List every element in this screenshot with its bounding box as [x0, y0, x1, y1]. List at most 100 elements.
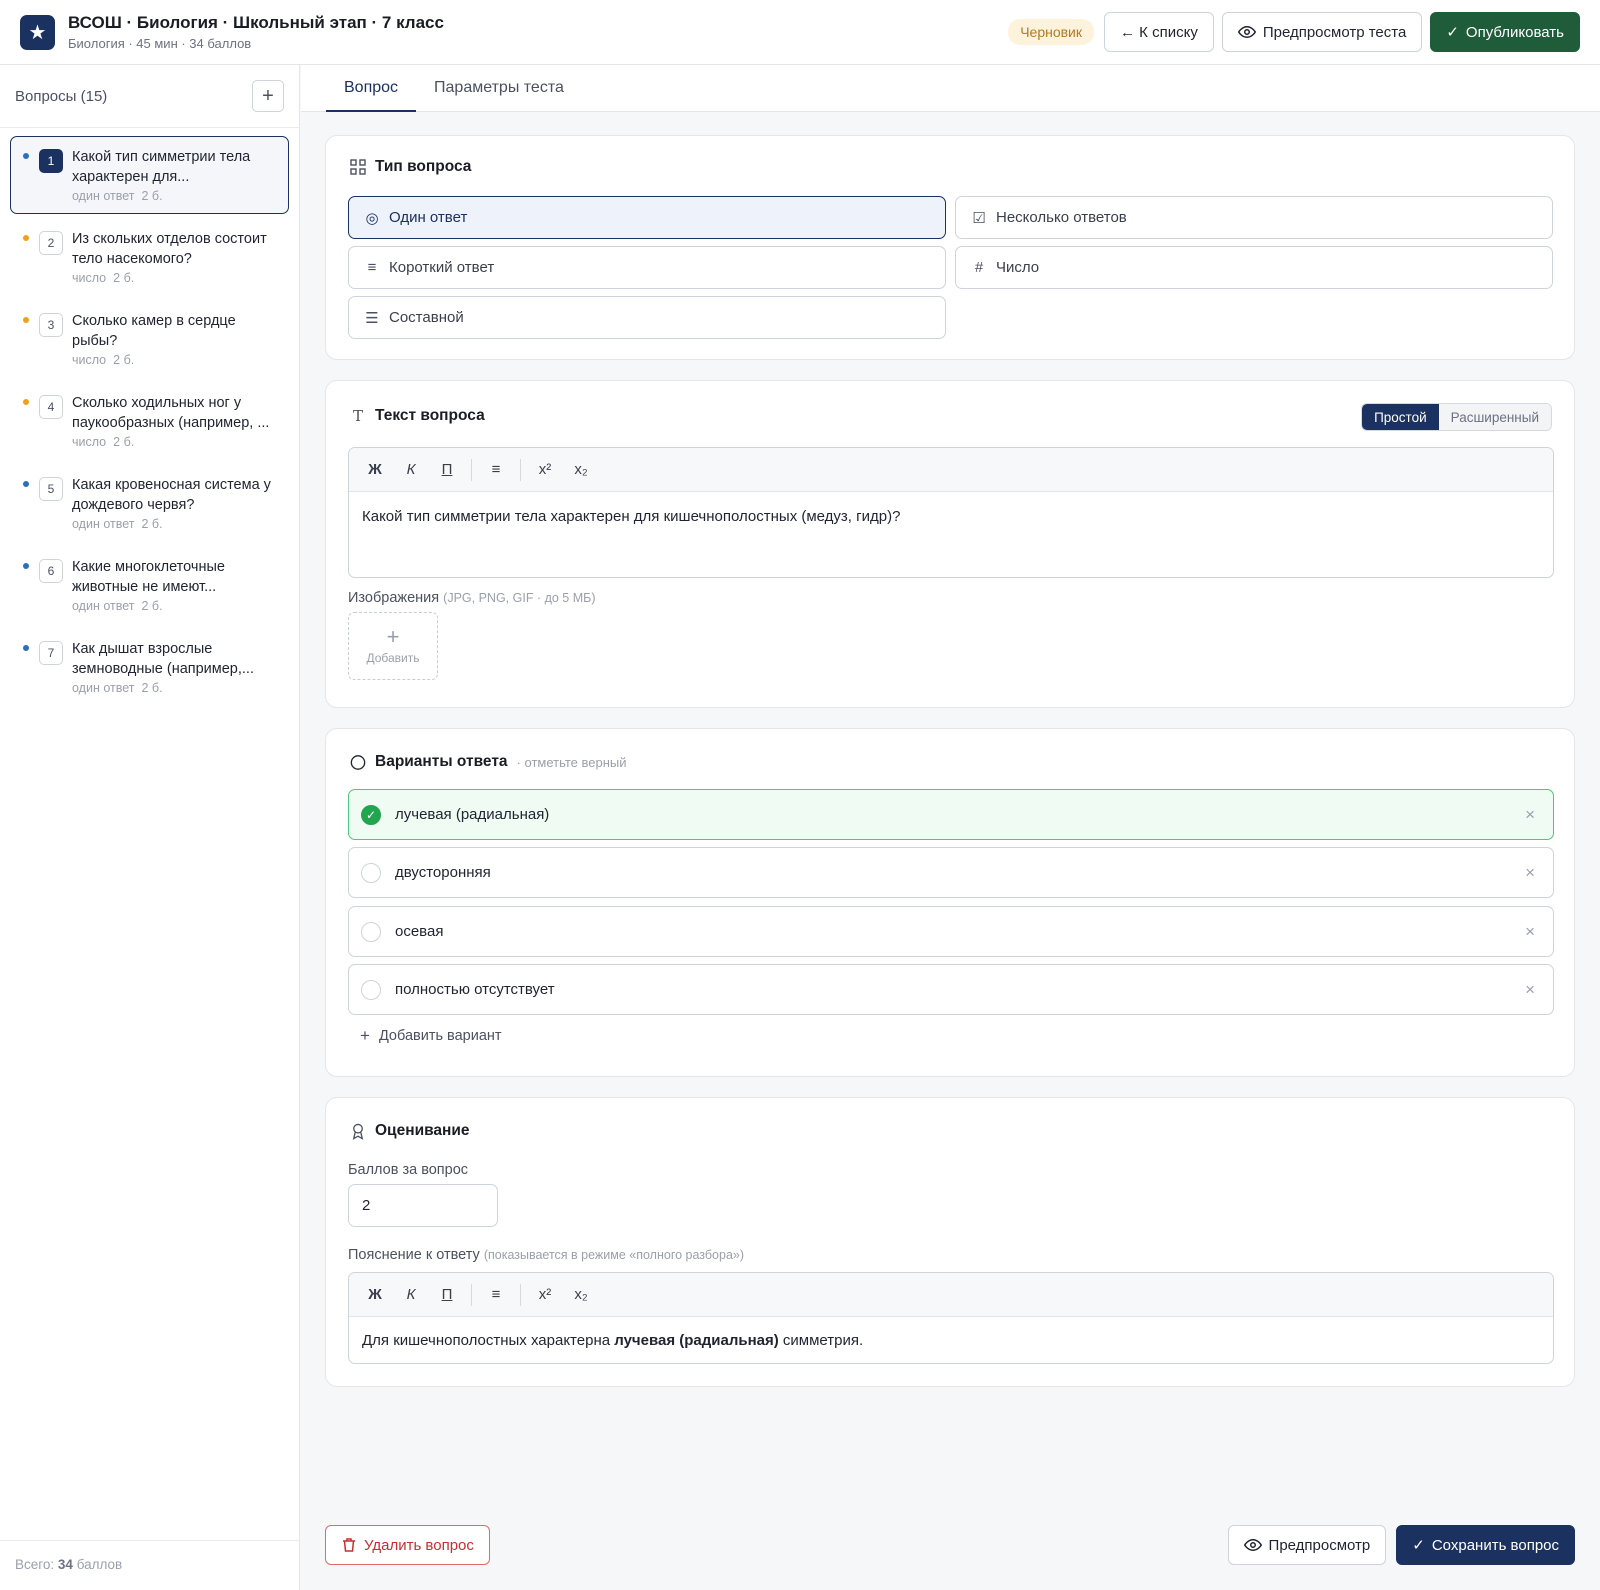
- question-preview-text: Какой тип симметрии тела характерен для.…: [72, 149, 251, 185]
- explanation-editor: Ж К П ≡ x² x₂ Для кишечнополостных харак…: [348, 1272, 1554, 1364]
- type-option-multiple[interactable]: ☑ Несколько ответов: [955, 196, 1553, 239]
- explanation-content[interactable]: Для кишечнополостных характерна лучевая …: [349, 1317, 1553, 1363]
- plus-icon: +: [386, 624, 400, 649]
- underline-button[interactable]: П: [429, 1280, 465, 1310]
- question-number: 5: [39, 477, 63, 501]
- answers-card: Варианты ответа · отметьте верный ✓ лучев…: [325, 728, 1575, 1077]
- delete-label: Удалить вопрос: [364, 1536, 474, 1554]
- question-meta: один ответ 2 б.: [72, 517, 278, 531]
- formatting-toolbar: Ж К П ≡ x² x₂: [349, 448, 1553, 492]
- question-list-item[interactable]: 3 Сколько камер в сердце рыбы? число 2 б.: [10, 300, 289, 378]
- award-icon: [350, 1123, 366, 1140]
- status-dot: [23, 399, 29, 405]
- question-points: 2 б.: [141, 189, 163, 203]
- mode-simple-button[interactable]: Простой: [1362, 404, 1439, 430]
- question-number: 2: [39, 231, 63, 255]
- answer-text[interactable]: полностью отсутствует: [395, 981, 555, 998]
- question-text-editor: Ж К П ≡ x² x₂ Какой тип симметрии тела х…: [348, 447, 1554, 578]
- question-type: один ответ: [72, 189, 135, 203]
- mode-extended-button[interactable]: Расширенный: [1438, 404, 1551, 430]
- subscript-button[interactable]: x₂: [563, 455, 599, 485]
- remove-option-icon[interactable]: ×: [1525, 863, 1535, 883]
- question-points: 2 б.: [141, 517, 163, 531]
- grading-card: Оценивание Баллов за вопрос 2 Пояснение …: [325, 1097, 1575, 1387]
- answer-option[interactable]: двусторонняя ×: [348, 847, 1554, 898]
- grading-title: Оценивание: [375, 1122, 470, 1139]
- total-points: 34: [57, 1557, 73, 1572]
- list-button[interactable]: ≡: [478, 1280, 514, 1310]
- add-image-label: Добавить: [366, 651, 420, 665]
- status-badge: Черновик: [1008, 19, 1095, 45]
- underline-button[interactable]: П: [429, 455, 465, 485]
- superscript-button[interactable]: x²: [527, 1280, 563, 1310]
- add-variant-button[interactable]: + Добавить вариант: [360, 1026, 502, 1046]
- question-preview-text: Сколько ходильных ног у паукообразных (н…: [72, 395, 270, 431]
- remove-option-icon[interactable]: ×: [1525, 980, 1535, 1000]
- footer-right: Предпросмотр ✓ Сохранить вопрос: [1227, 1525, 1575, 1565]
- question-list-item[interactable]: 1 Какой тип симметрии тела характерен для…: [10, 136, 289, 214]
- preview-test-label: Предпросмотр теста: [1262, 23, 1407, 41]
- answer-text[interactable]: осевая: [395, 923, 443, 940]
- answer-text[interactable]: двусторонняя: [395, 864, 491, 881]
- remove-option-icon[interactable]: ×: [1525, 805, 1535, 825]
- plus-icon: +: [360, 1026, 370, 1045]
- bold-button[interactable]: Ж: [357, 1280, 393, 1310]
- preview-button[interactable]: Предпросмотр: [1227, 1525, 1387, 1565]
- toolbar-divider: [520, 1283, 521, 1306]
- answer-option[interactable]: ✓ лучевая (радиальная) ×: [348, 789, 1554, 840]
- question-preview-text: Какие многоклеточные животные не имеют..…: [72, 559, 225, 595]
- add-image-button[interactable]: + Добавить: [348, 612, 438, 680]
- delete-question-button[interactable]: Удалить вопрос: [325, 1525, 490, 1565]
- list-icon: ☰: [365, 309, 379, 327]
- superscript-button[interactable]: x²: [527, 455, 563, 485]
- explanation-label: Пояснение к ответу (показывается в режим…: [348, 1247, 744, 1263]
- question-text-card: T Текст вопроса Простой Расширенный Ж К …: [325, 380, 1575, 708]
- italic-button[interactable]: К: [393, 1280, 429, 1310]
- type-option-label: Составной: [389, 309, 464, 326]
- radio-circle-icon[interactable]: [361, 862, 381, 883]
- italic-button[interactable]: К: [393, 455, 429, 485]
- toolbar-divider: [520, 458, 521, 481]
- question-list-item[interactable]: 7 Как дышат взрослые земноводные (наприме…: [10, 628, 289, 706]
- type-option-short[interactable]: ≡ Короткий ответ: [348, 246, 946, 289]
- question-type: один ответ: [72, 599, 135, 613]
- question-meta: число 2 б.: [72, 435, 278, 449]
- question-list-item[interactable]: 4 Сколько ходильных ног у паукообразных (…: [10, 382, 289, 460]
- question-text-heading: T Текст вопроса: [350, 407, 485, 425]
- bold-button[interactable]: Ж: [357, 455, 393, 485]
- preview-test-button[interactable]: Предпросмотр теста: [1221, 12, 1423, 52]
- tab-question[interactable]: Вопрос: [326, 65, 417, 112]
- correct-check-icon[interactable]: ✓: [361, 804, 381, 825]
- points-input[interactable]: 2: [348, 1184, 498, 1227]
- type-option-compound[interactable]: ☰ Составной: [348, 296, 946, 339]
- remove-option-icon[interactable]: ×: [1525, 922, 1535, 942]
- type-option-number[interactable]: # Число: [955, 246, 1553, 289]
- list-button[interactable]: ≡: [478, 455, 514, 485]
- radio-circle-icon[interactable]: [361, 979, 381, 1000]
- questions-sidebar: Вопросы (15) + 1 Какой тип симметрии тела…: [0, 65, 300, 1590]
- back-to-list-button[interactable]: ← К списку: [1104, 12, 1214, 52]
- top-header: ★ ВСОШ · Биология · Школьный этап · 7 кл…: [0, 0, 1600, 65]
- answer-text[interactable]: лучевая (радиальная): [395, 806, 549, 823]
- answer-option[interactable]: полностью отсутствует ×: [348, 964, 1554, 1015]
- question-text-content[interactable]: Какой тип симметрии тела характерен для …: [349, 492, 1553, 542]
- question-list-item[interactable]: 5 Какая кровеносная система у дождевого ч…: [10, 464, 289, 542]
- publish-button[interactable]: ✓ Опубликовать: [1430, 12, 1580, 52]
- save-question-button[interactable]: ✓ Сохранить вопрос: [1396, 1525, 1575, 1565]
- explanation-text: Для кишечнополостных характерна: [362, 1332, 615, 1349]
- add-question-button[interactable]: +: [252, 80, 284, 112]
- status-dot: [23, 153, 29, 159]
- sidebar-total: Всего: 34 баллов: [0, 1540, 300, 1590]
- question-list-item[interactable]: 6 Какие многоклеточные животные не имеют.…: [10, 546, 289, 624]
- question-number: 7: [39, 641, 63, 665]
- tab-test-settings[interactable]: Параметры теста: [416, 65, 582, 112]
- question-type: один ответ: [72, 681, 135, 695]
- type-option-single[interactable]: ◎ Один ответ: [348, 196, 946, 239]
- images-hint: (JPG, PNG, GIF · до 5 МБ): [443, 591, 596, 605]
- explanation-bold-text: лучевая (радиальная): [614, 1332, 779, 1349]
- sidebar-title: Вопросы (15): [15, 87, 108, 105]
- question-list-item[interactable]: 2 Из скольких отделов состоит тело насеко…: [10, 218, 289, 296]
- radio-circle-icon[interactable]: [361, 921, 381, 942]
- subscript-button[interactable]: x₂: [563, 1280, 599, 1310]
- answer-option[interactable]: осевая ×: [348, 906, 1554, 957]
